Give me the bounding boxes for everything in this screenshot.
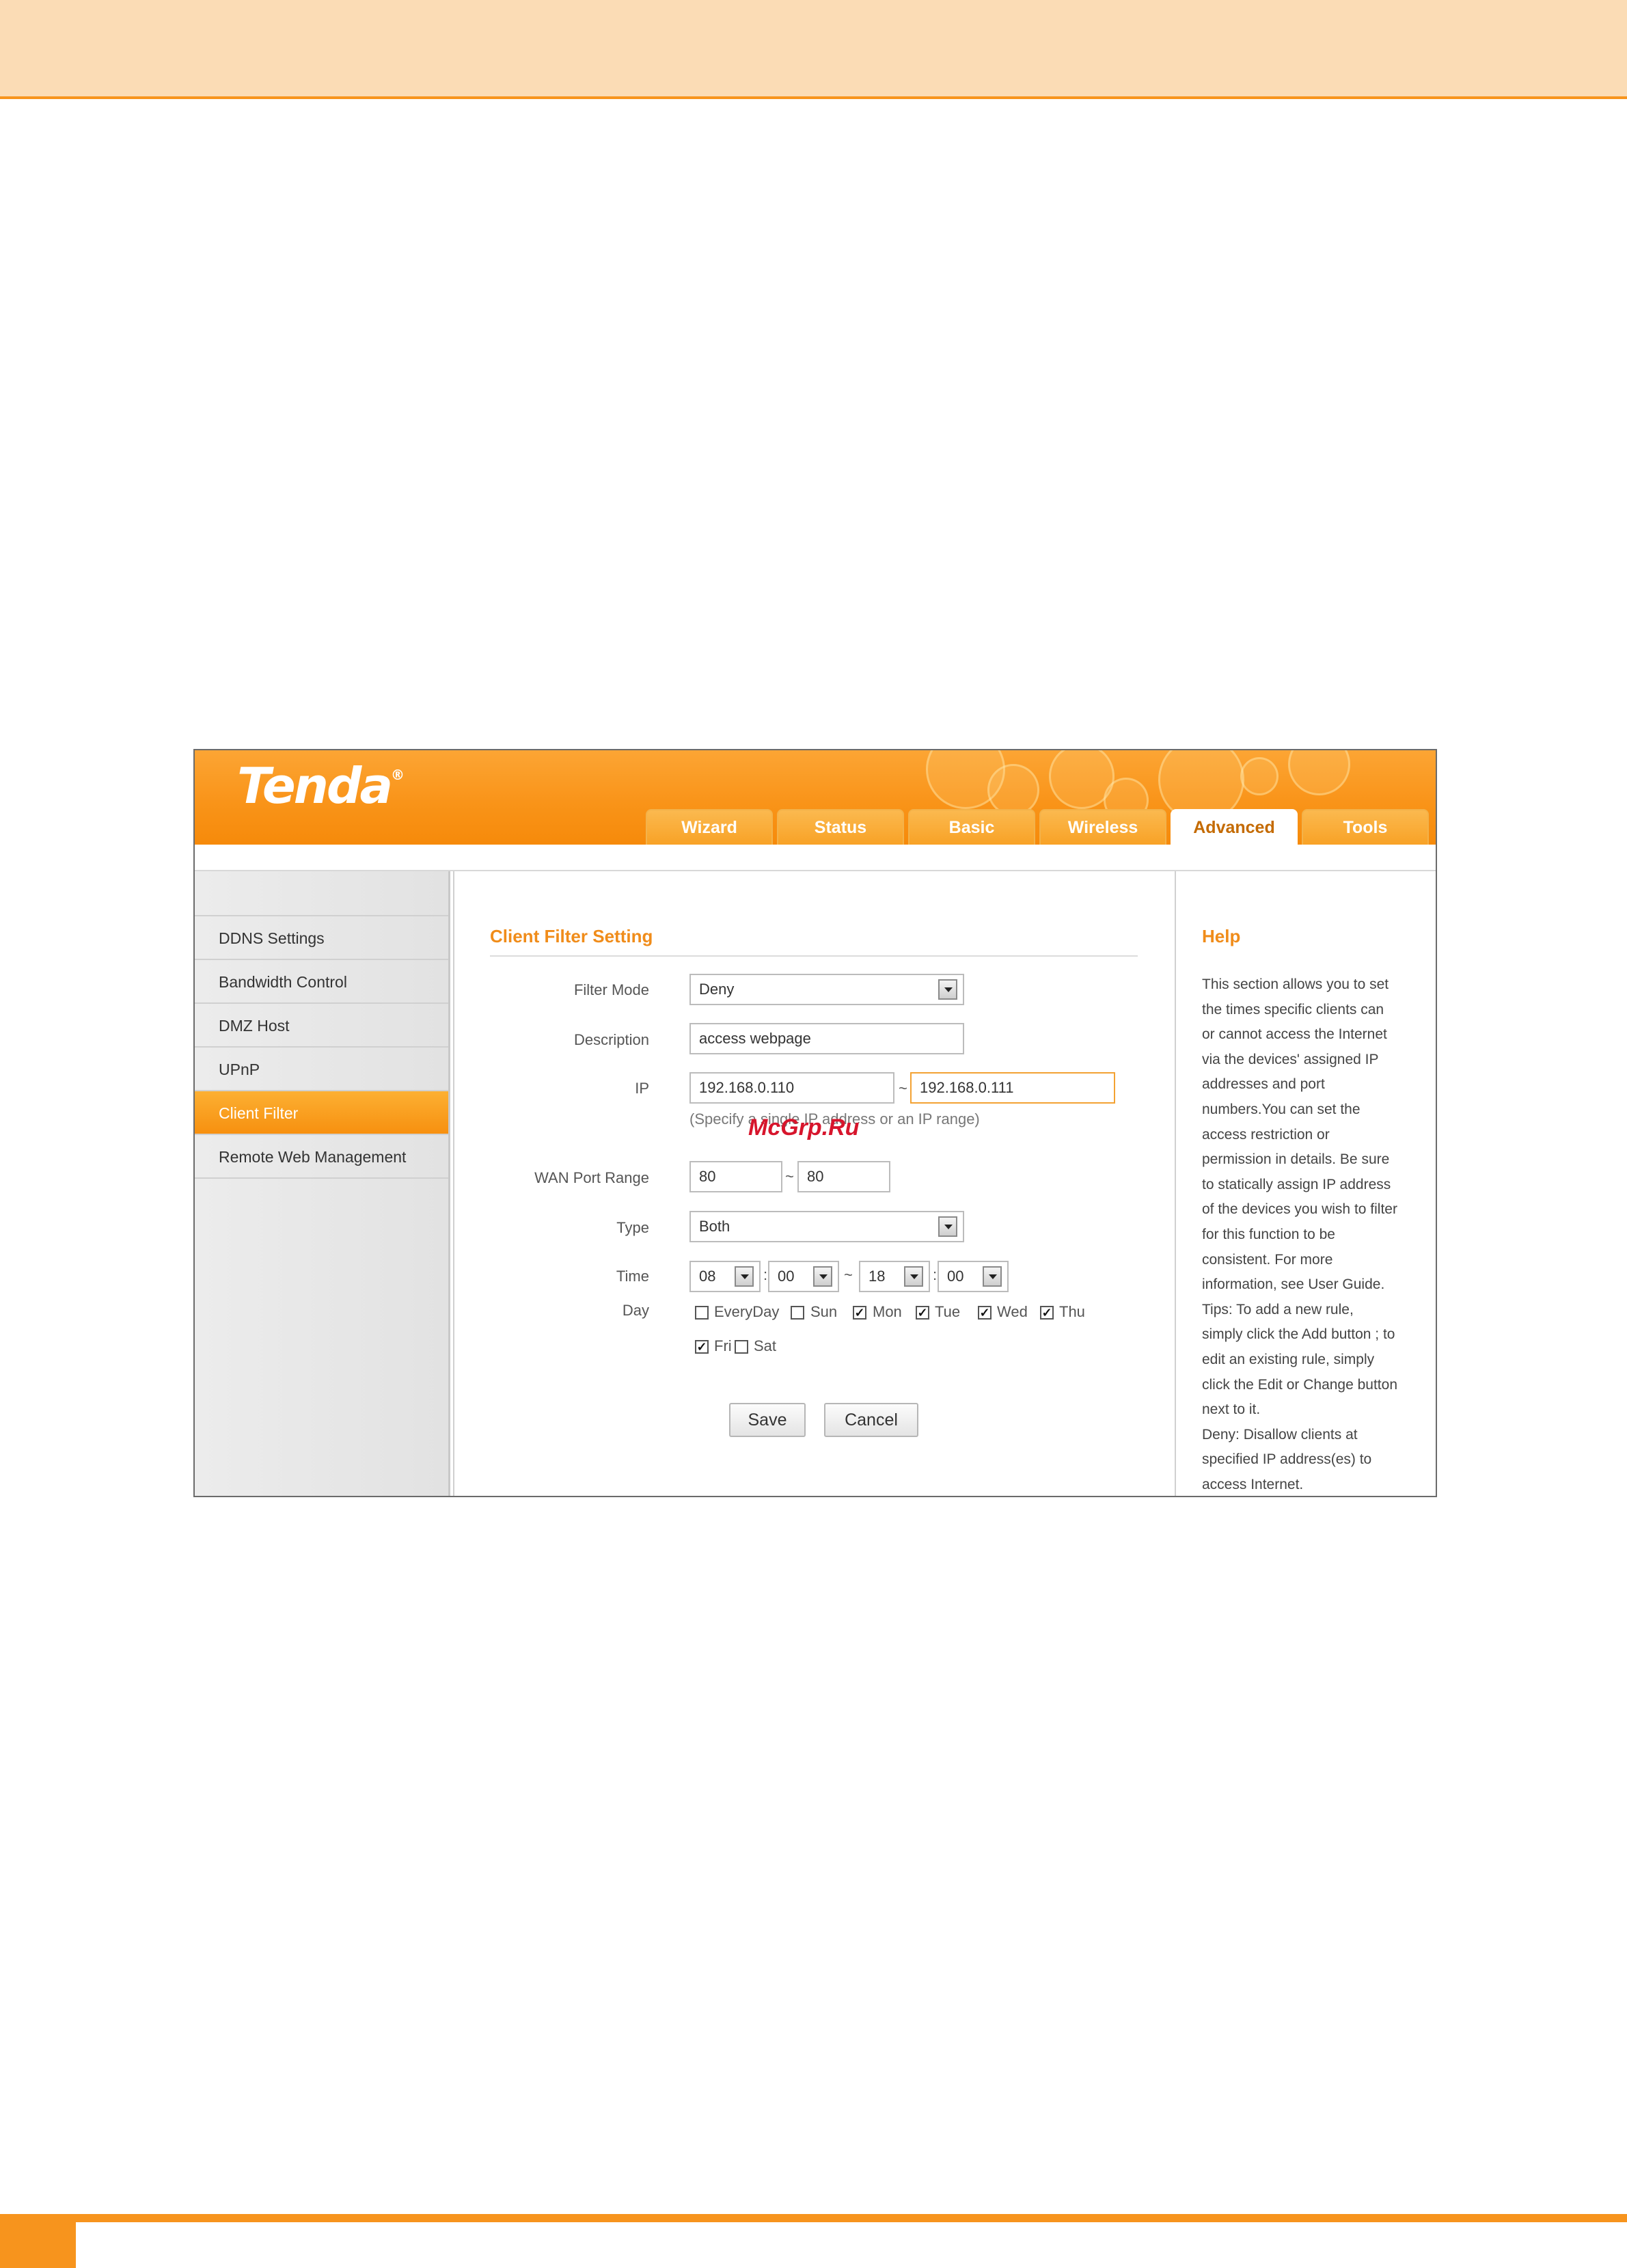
sidebar-item-ddns-settings[interactable]: DDNS Settings: [195, 916, 448, 960]
banner-bubble: [987, 764, 1039, 816]
tab-status[interactable]: Status: [777, 809, 904, 845]
chevron-down-icon[interactable]: [813, 1266, 832, 1287]
tab-advanced[interactable]: Advanced: [1171, 809, 1298, 845]
start-hour-value: 08: [699, 1268, 716, 1285]
client-filter-form: Client Filter Setting Filter Mode Deny D…: [453, 871, 1176, 1496]
tab-tools[interactable]: Tools: [1302, 809, 1429, 845]
sidebar-item-bandwidth-control[interactable]: Bandwidth Control: [195, 960, 448, 1004]
logo-text: Tenda: [237, 757, 393, 815]
start-minute-select[interactable]: 00: [768, 1261, 839, 1292]
sidebar-item-dmz-host[interactable]: DMZ Host: [195, 1004, 448, 1048]
help-panel: Help This section allows you to set the …: [1176, 871, 1436, 1496]
sub-nav-bar: [195, 845, 1436, 871]
wed-label: Wed: [997, 1303, 1028, 1320]
day-label: Day: [622, 1302, 649, 1319]
wan-port-end-input[interactable]: 80: [797, 1161, 890, 1192]
sidebar-item-upnp[interactable]: UPnP: [195, 1048, 448, 1091]
mon-label: Mon: [873, 1303, 902, 1320]
sun-checkbox[interactable]: [791, 1306, 804, 1320]
banner-bubble: [1288, 750, 1350, 795]
help-title: Help: [1202, 926, 1241, 946]
mon-checkbox[interactable]: ✓: [853, 1306, 866, 1320]
type-value: Both: [699, 1218, 730, 1235]
sidebar-item-client-filter[interactable]: Client Filter: [195, 1091, 448, 1135]
router-banner: Tenda® Wizard Status Basic Wireless Adva…: [195, 750, 1436, 845]
ip-range-separator: ~: [899, 1080, 907, 1097]
banner-bubble: [1240, 757, 1279, 795]
section-divider: [490, 955, 1138, 957]
end-minute-value: 00: [947, 1268, 964, 1285]
fri-checkbox[interactable]: ✓: [695, 1340, 709, 1354]
main-tabs: Wizard Status Basic Wireless Advanced To…: [646, 809, 1429, 845]
chevron-down-icon[interactable]: [938, 1216, 957, 1237]
tue-label: Tue: [935, 1303, 961, 1320]
time-colon: :: [763, 1266, 768, 1283]
everyday-label: EveryDay: [714, 1303, 780, 1320]
sidebar-header: [195, 871, 448, 916]
description-label: Description: [573, 1031, 649, 1048]
everyday-checkbox[interactable]: [695, 1306, 709, 1320]
registered-mark: ®: [391, 767, 405, 783]
fri-label: Fri: [714, 1337, 732, 1354]
sat-checkbox[interactable]: [735, 1340, 748, 1354]
page-footer-line: [0, 2214, 1627, 2222]
start-minute-value: 00: [778, 1268, 795, 1285]
time-label: Time: [616, 1268, 649, 1285]
watermark: McGrp.Ru: [748, 1115, 860, 1140]
tue-checkbox[interactable]: ✓: [916, 1306, 929, 1320]
page-number-block: [0, 2214, 76, 2268]
chevron-down-icon[interactable]: [735, 1266, 754, 1287]
sat-label: Sat: [754, 1337, 777, 1354]
sidebar: DDNS Settings Bandwidth Control DMZ Host…: [195, 871, 450, 1496]
tab-wireless[interactable]: Wireless: [1039, 809, 1166, 845]
chevron-down-icon[interactable]: [904, 1266, 923, 1287]
end-minute-select[interactable]: 00: [938, 1261, 1009, 1292]
time-range-separator: ~: [844, 1266, 853, 1283]
filter-mode-select[interactable]: Deny: [689, 974, 964, 1005]
type-label: Type: [616, 1219, 649, 1236]
wan-port-range-label: WAN Port Range: [534, 1169, 649, 1186]
chevron-down-icon[interactable]: [983, 1266, 1002, 1287]
sun-label: Sun: [810, 1303, 838, 1320]
ip-start-input[interactable]: 192.168.0.110: [689, 1072, 894, 1104]
filter-mode-value: Deny: [699, 981, 735, 998]
help-text: This section allows you to set the times…: [1202, 976, 1398, 1492]
end-hour-select[interactable]: 18: [859, 1261, 930, 1292]
chevron-down-icon[interactable]: [938, 979, 957, 1000]
thu-checkbox[interactable]: ✓: [1040, 1306, 1054, 1320]
wed-checkbox[interactable]: ✓: [978, 1306, 992, 1320]
sidebar-item-remote-web-management[interactable]: Remote Web Management: [195, 1135, 448, 1179]
wan-port-separator: ~: [785, 1168, 794, 1185]
ip-label: IP: [635, 1080, 649, 1097]
page-header-band: [0, 0, 1627, 99]
start-hour-select[interactable]: 08: [689, 1261, 761, 1292]
tab-wizard[interactable]: Wizard: [646, 809, 773, 845]
save-button[interactable]: Save: [729, 1403, 806, 1437]
ip-end-input[interactable]: 192.168.0.111: [910, 1072, 1115, 1104]
description-input[interactable]: access webpage: [689, 1023, 964, 1054]
type-select[interactable]: Both: [689, 1211, 964, 1242]
end-hour-value: 18: [869, 1268, 886, 1285]
filter-mode-label: Filter Mode: [573, 981, 649, 998]
cancel-button[interactable]: Cancel: [824, 1403, 918, 1437]
tab-basic[interactable]: Basic: [908, 809, 1035, 845]
router-admin-screenshot: Tenda® Wizard Status Basic Wireless Adva…: [193, 749, 1437, 1497]
wan-port-start-input[interactable]: 80: [689, 1161, 782, 1192]
section-title: Client Filter Setting: [490, 926, 653, 946]
time-colon: :: [933, 1266, 938, 1283]
thu-label: Thu: [1059, 1303, 1085, 1320]
tenda-logo: Tenda®: [237, 757, 405, 815]
